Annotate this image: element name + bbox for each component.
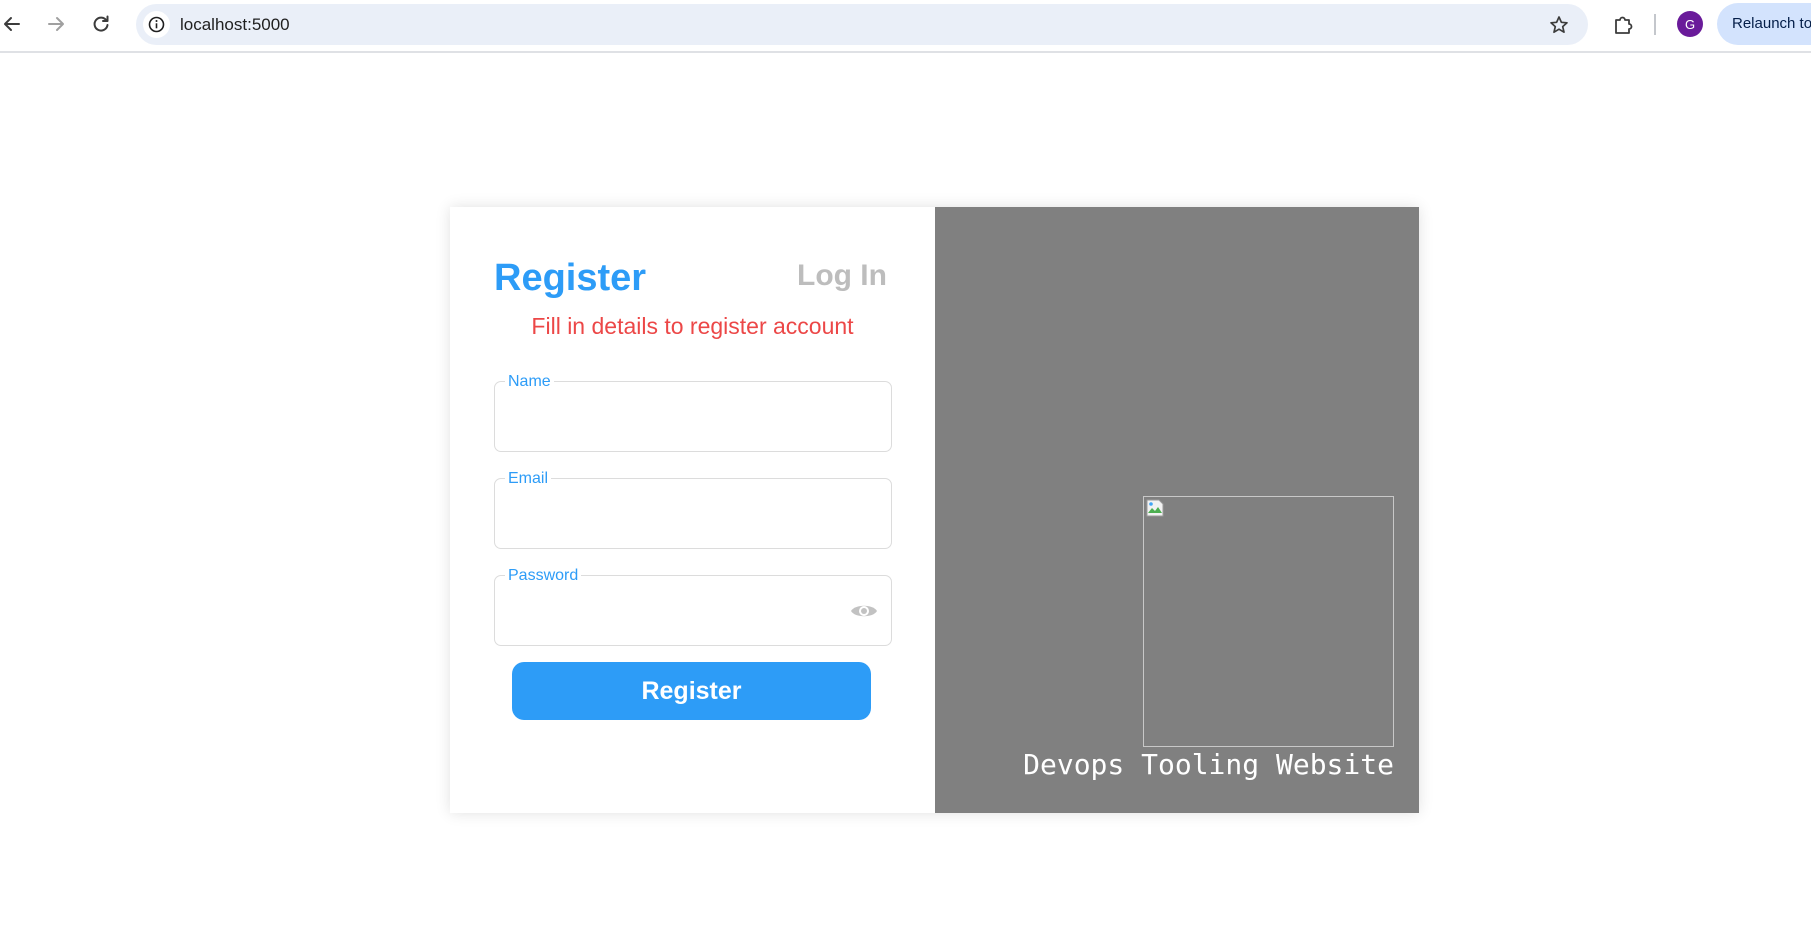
register-button[interactable]: Register — [512, 662, 871, 720]
password-label: Password — [505, 567, 582, 585]
email-field[interactable]: Email — [494, 470, 892, 549]
browser-toolbar: localhost:5000 G Relaunch to — [0, 0, 1811, 53]
profile-avatar[interactable]: G — [1677, 11, 1703, 37]
puzzle-icon — [1615, 16, 1633, 34]
back-button[interactable] — [0, 9, 27, 39]
toggle-password-button[interactable] — [849, 600, 879, 622]
email-label: Email — [505, 470, 552, 488]
password-input[interactable] — [507, 594, 847, 630]
reload-icon — [93, 15, 109, 32]
form-subtitle: Fill in details to register account — [531, 313, 854, 339]
email-input[interactable] — [507, 497, 847, 533]
broken-image-icon — [1146, 499, 1164, 517]
eye-icon — [851, 605, 877, 617]
extensions-button[interactable] — [1608, 10, 1638, 40]
forward-button[interactable] — [41, 9, 71, 39]
tab-register[interactable]: Register — [494, 257, 646, 300]
site-info-button[interactable] — [143, 11, 170, 38]
relaunch-button[interactable]: Relaunch to — [1717, 3, 1811, 45]
tab-login[interactable]: Log In — [797, 259, 887, 293]
panel-image — [1143, 496, 1394, 747]
address-bar[interactable]: localhost:5000 — [136, 4, 1588, 45]
register-form: Register Log In Fill in details to regis… — [450, 207, 935, 813]
image-panel: Devops Tooling Website — [935, 207, 1419, 813]
reload-button[interactable] — [86, 9, 116, 39]
arrow-right-icon — [48, 17, 64, 31]
star-icon — [1550, 16, 1568, 34]
toolbar-divider — [1654, 14, 1656, 35]
password-field[interactable]: Password — [494, 567, 892, 646]
info-icon — [148, 16, 165, 33]
panel-caption: Devops Tooling Website — [1023, 748, 1394, 781]
name-input[interactable] — [507, 400, 847, 436]
arrow-left-icon — [4, 17, 20, 31]
name-label: Name — [505, 373, 554, 391]
auth-card: Register Log In Fill in details to regis… — [450, 207, 1419, 813]
bookmark-button[interactable] — [1546, 12, 1572, 38]
url-text[interactable]: localhost:5000 — [180, 15, 290, 35]
name-field[interactable]: Name — [494, 373, 892, 452]
